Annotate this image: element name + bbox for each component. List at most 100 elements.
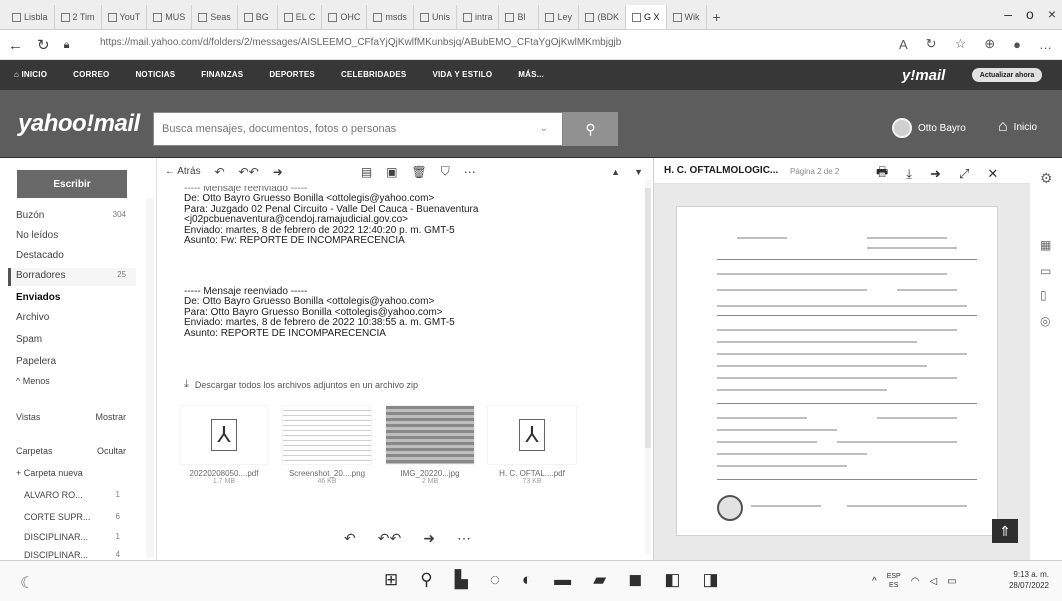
reload-icon[interactable]: ↻ <box>37 36 50 54</box>
move-icon[interactable]: ▣ <box>386 165 397 179</box>
home-link[interactable]: ⌂ Inicio <box>998 118 1037 136</box>
nav-item-vida-y-estilo[interactable]: VIDA Y ESTILO <box>432 70 492 79</box>
folders-hide-link[interactable]: Ocultar <box>97 446 126 456</box>
browser-tab[interactable]: 2 Tim <box>55 5 102 29</box>
folder-starred[interactable]: Destacado <box>16 250 126 261</box>
browser-tab[interactable]: MUS <box>147 5 193 29</box>
profile-icon[interactable]: ● <box>1013 37 1021 52</box>
spam-shield-icon[interactable]: ⛉ <box>441 164 450 179</box>
nav-item-noticias[interactable]: NOTICIAS <box>135 70 175 79</box>
browser-tab[interactable]: msds <box>367 5 414 29</box>
new-tab-button[interactable]: + <box>707 5 727 29</box>
minimize-button[interactable]: – <box>1004 6 1012 22</box>
browser-tab[interactable]: BG <box>238 5 278 29</box>
store-icon[interactable]: ▰ <box>593 570 606 590</box>
browser-tab[interactable]: Bl <box>499 5 540 29</box>
more-options-icon[interactable]: … <box>1039 37 1052 52</box>
scroll-to-top-button[interactable]: ⇑ <box>992 519 1018 543</box>
forward-icon[interactable]: ➜ <box>930 166 941 182</box>
more-actions-icon[interactable]: ⋯ <box>457 530 471 547</box>
clock[interactable]: 9:13 a. m. 28/07/2022 <box>995 569 1049 591</box>
delete-icon[interactable]: 🗑︎ <box>412 165 427 179</box>
folder-sent[interactable]: Enviados <box>16 292 126 303</box>
settings-gear-icon[interactable]: ⚙ <box>1040 170 1053 187</box>
custom-folder[interactable]: DISCIPLINAR... 1 <box>24 532 120 542</box>
weather-widget-icon[interactable]: ☾ <box>20 573 34 593</box>
reply-icon[interactable]: ↶ <box>344 530 356 547</box>
language-indicator[interactable]: ESP ES <box>887 572 901 590</box>
nav-item-celebridades[interactable]: CELEBRIDADES <box>341 70 407 79</box>
battery-icon[interactable]: ▭ <box>947 576 956 587</box>
close-icon[interactable]: ✕ <box>987 166 998 182</box>
reply-all-icon[interactable]: ↶↶ <box>239 165 259 179</box>
folder-spam[interactable]: Spam <box>16 334 126 345</box>
user-menu[interactable]: Otto Bayro <box>892 118 966 138</box>
attachment-pdf-2[interactable]: ⅄ H. C. OFTAL....pdf 73 KB <box>487 405 577 485</box>
folder-unread[interactable]: No leídos <box>16 230 126 241</box>
nav-item-finanzas[interactable]: FINANZAS <box>201 70 243 79</box>
yahoo-mail-logo[interactable]: yahoo!mail <box>18 110 140 138</box>
pdf-page-indicator[interactable]: Página 2 de 2 <box>790 167 839 176</box>
back-button[interactable]: ← Atrás <box>165 166 201 177</box>
volume-icon[interactable]: ◁ <box>929 576 937 587</box>
message-scrollbar-thumb[interactable] <box>645 188 651 448</box>
attachment-pdf[interactable]: ⅄ 20220208050....pdf 1.7 MB <box>179 405 269 485</box>
expand-icon[interactable]: ⤢ <box>959 166 969 182</box>
word-icon[interactable]: ◧ <box>664 570 680 590</box>
app-icon[interactable]: ◨ <box>702 570 718 590</box>
read-aloud-icon[interactable]: A <box>899 37 908 52</box>
browser-tab[interactable]: OHC <box>322 5 368 29</box>
browser-tab[interactable]: EL C <box>278 5 323 29</box>
search-button[interactable]: ⚲ <box>563 112 618 146</box>
nav-item-mas[interactable]: MÁS... <box>518 70 544 79</box>
new-folder-button[interactable]: + Carpeta nueva <box>16 468 126 478</box>
favorite-star-icon[interactable]: ☆ <box>955 36 967 52</box>
print-icon[interactable]: 🖶︎ <box>876 163 888 185</box>
refresh-icon[interactable]: ↻ <box>926 36 937 52</box>
archive-icon[interactable]: ▤ <box>361 165 372 179</box>
folder-less-toggle[interactable]: ^ Menos <box>16 376 126 386</box>
folder-inbox[interactable]: Buzón 304 <box>16 210 126 221</box>
edge-browser-icon[interactable]: ◐ <box>522 570 532 590</box>
browser-tab[interactable]: Unis <box>414 5 457 29</box>
previous-message-icon[interactable]: ▲ <box>611 167 620 177</box>
ymail-logo[interactable]: y!mail <box>902 67 945 84</box>
collections-icon[interactable]: ⊕ <box>984 36 995 52</box>
close-window-button[interactable]: × <box>1048 6 1056 22</box>
calendar-icon[interactable]: ▭ <box>1040 264 1051 278</box>
views-show-link[interactable]: Mostrar <box>95 412 126 422</box>
reply-all-icon[interactable]: ↶↶ <box>378 530 401 547</box>
folder-archive[interactable]: Archivo <box>16 312 126 323</box>
more-actions-icon[interactable]: ⋯ <box>464 165 476 179</box>
custom-folder[interactable]: DISCIPLINAR... 4 <box>24 550 120 560</box>
browser-tab[interactable]: (BDK <box>579 5 626 29</box>
forward-icon[interactable]: ➜ <box>423 530 435 547</box>
download-icon[interactable]: ⤓ <box>906 166 912 182</box>
next-message-icon[interactable]: ▼ <box>634 167 643 177</box>
browser-tab[interactable]: Ley <box>539 5 580 29</box>
nav-item-deportes[interactable]: DEPORTES <box>269 70 315 79</box>
file-explorer-icon[interactable]: ▬ <box>554 570 571 590</box>
custom-folder[interactable]: ALVARO RO... 1 <box>24 490 120 500</box>
browser-tab[interactable]: intra <box>457 5 500 29</box>
pdf-page-preview[interactable] <box>676 206 998 536</box>
download-all-link[interactable]: ⤓ Descargar todos los archivos adjuntos … <box>184 378 418 391</box>
upgrade-button[interactable]: Actualizar ahora <box>972 68 1042 82</box>
contacts-icon[interactable]: ▦ <box>1040 238 1051 252</box>
folder-drafts[interactable]: Borradores 25 <box>16 270 126 281</box>
maximize-button[interactable]: o <box>1026 6 1034 22</box>
sidebar-scrollbar[interactable] <box>146 198 154 558</box>
task-view-icon[interactable]: ▙ <box>455 570 468 590</box>
notepad-icon[interactable]: ▯ <box>1040 288 1047 302</box>
custom-folder[interactable]: CORTE SUPR... 6 <box>24 512 120 522</box>
nav-item-inicio[interactable]: ⌂ INICIO <box>14 70 47 79</box>
browser-tab[interactable]: YouT <box>102 5 148 29</box>
browser-tab[interactable]: Wik <box>667 5 707 29</box>
url-field[interactable]: https://mail.yahoo.com/d/folders/2/messa… <box>100 37 700 48</box>
chevron-down-icon[interactable]: ⌄ <box>540 123 548 134</box>
start-menu-icon[interactable]: ⊞ <box>384 570 398 590</box>
forward-icon[interactable]: ➜ <box>273 165 283 179</box>
reply-icon[interactable]: ↶ <box>215 165 225 179</box>
chat-icon[interactable]: ◌ <box>490 570 500 590</box>
search-input[interactable] <box>154 113 524 145</box>
